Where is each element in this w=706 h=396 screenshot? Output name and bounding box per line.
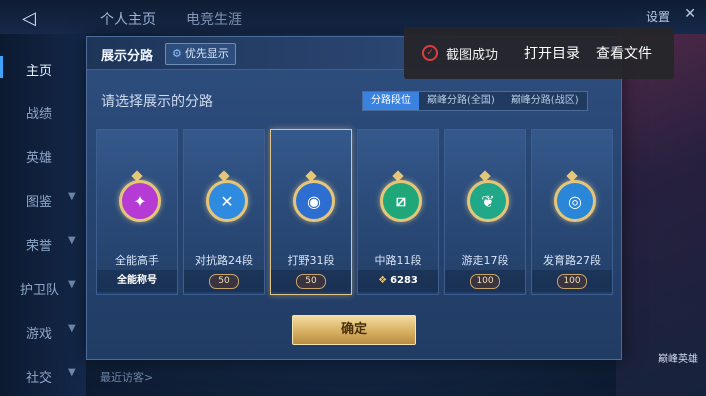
chevron-down-icon: ▼ bbox=[68, 323, 76, 334]
lane-type-tabs: 分路段位 巅峰分路(全国) 巅峰分路(战区) bbox=[362, 91, 588, 111]
clash-lane-emblem-icon: ✕ bbox=[206, 180, 248, 222]
jungle-emblem-icon: ◉ bbox=[293, 180, 335, 222]
sidebar-item-label: 荣誉 bbox=[26, 239, 53, 254]
peak-hero-badge[interactable]: 巅峰英雄 bbox=[658, 350, 698, 365]
sidebar-item-label: 游戏 bbox=[26, 327, 53, 342]
allround-emblem-icon: ✦ bbox=[119, 180, 161, 222]
lane-card-footer: 50 bbox=[271, 270, 351, 292]
gear-icon: ⚙ bbox=[172, 47, 182, 60]
rank-star-badge: 100 bbox=[557, 274, 587, 289]
lane-card-farm[interactable]: ◎ 发育路27段 100 bbox=[531, 129, 613, 295]
chevron-down-icon: ▼ bbox=[68, 279, 76, 290]
rank-star-badge: 50 bbox=[296, 274, 326, 289]
rank-star-badge: 100 bbox=[470, 274, 500, 289]
check-icon: ✓ bbox=[422, 45, 438, 61]
lane-card-name: 发育路27段 bbox=[543, 254, 601, 267]
sidebar-item-label: 主页 bbox=[26, 64, 53, 79]
priority-display-label: 优先显示 bbox=[184, 47, 229, 60]
lane-card-footer: ❖ 6283 bbox=[358, 270, 438, 292]
dialog-title: 展示分路 bbox=[101, 49, 154, 64]
confirm-button[interactable]: 确定 bbox=[292, 315, 416, 345]
open-directory-button[interactable]: 打开目录 bbox=[524, 43, 580, 63]
rank-star-badge: 50 bbox=[209, 274, 239, 289]
chevron-down-icon: ▼ bbox=[68, 367, 76, 378]
lane-card-name: 全能高手 bbox=[115, 254, 159, 267]
sidebar-item-label: 战绩 bbox=[26, 107, 53, 122]
lane-card-name: 对抗路24段 bbox=[195, 254, 253, 267]
tab-lane-rank[interactable]: 分路段位 bbox=[363, 92, 419, 110]
tab-peak-region[interactable]: 巅峰分路(战区) bbox=[502, 92, 587, 110]
lane-card-name: 打野31段 bbox=[287, 254, 335, 267]
hero-artwork bbox=[616, 34, 706, 396]
view-file-button[interactable]: 查看文件 bbox=[596, 43, 652, 63]
lane-card-roam[interactable]: ❦ 游走17段 100 bbox=[444, 129, 526, 295]
lane-card-mid[interactable]: ⧄ 中路11段 ❖ 6283 bbox=[357, 129, 439, 295]
farm-lane-emblem-icon: ◎ bbox=[554, 180, 596, 222]
sidebar-item-label: 护卫队 bbox=[20, 283, 60, 298]
sidebar-item-label: 图鉴 bbox=[26, 195, 53, 210]
sidebar-item-label: 社交 bbox=[26, 371, 53, 386]
lane-card-footer: 100 bbox=[445, 270, 525, 292]
settings-button[interactable]: 设置 bbox=[646, 8, 670, 25]
tab-esports[interactable]: 电竞生涯 bbox=[186, 9, 242, 29]
back-logo-icon[interactable]: ◁ bbox=[22, 8, 56, 29]
lane-card-clash[interactable]: ✕ 对抗路24段 50 bbox=[183, 129, 265, 295]
lane-card-footer: 100 bbox=[532, 270, 612, 292]
screenshot-toast: ✓ 截图成功 打开目录 查看文件 bbox=[404, 27, 674, 79]
close-icon[interactable]: ✕ bbox=[684, 6, 696, 22]
mid-lane-emblem-icon: ⧄ bbox=[380, 180, 422, 222]
lane-card-allround[interactable]: ✦ 全能高手 全能称号 bbox=[96, 129, 178, 295]
tab-peak-national[interactable]: 巅峰分路(全国) bbox=[419, 92, 503, 110]
sidebar-item-label: 英雄 bbox=[26, 151, 53, 166]
chevron-down-icon: ▼ bbox=[68, 191, 76, 202]
dialog-subtitle: 请选择展示的分路 bbox=[101, 94, 213, 110]
tab-profile[interactable]: 个人主页 bbox=[100, 9, 156, 29]
peak-points-icon: ❖ bbox=[378, 275, 388, 286]
sidebar: 主页 战绩 英雄 图鉴 ▼ 荣誉 ▼ 护卫队 ▼ 游戏 ▼ 社交 ▼ bbox=[0, 34, 86, 396]
lane-card-name: 中路11段 bbox=[374, 254, 422, 267]
lane-card-jungle[interactable]: ◉ 打野31段 50 bbox=[270, 129, 352, 295]
lane-card-name: 游走17段 bbox=[461, 254, 509, 267]
recent-visitors-link[interactable]: 最近访客> bbox=[100, 369, 153, 385]
roam-emblem-icon: ❦ bbox=[467, 180, 509, 222]
active-indicator bbox=[0, 56, 3, 78]
peak-points-value: 6283 bbox=[390, 275, 418, 286]
chevron-down-icon: ▼ bbox=[68, 235, 76, 246]
lane-card-footer: 全能称号 bbox=[97, 270, 177, 292]
priority-display-button[interactable]: ⚙ 优先显示 bbox=[165, 43, 236, 65]
lane-card-footer: 50 bbox=[184, 270, 264, 292]
toast-message: 截图成功 bbox=[446, 48, 499, 63]
lane-display-dialog: 展示分路 ⚙ 优先显示 请选择展示的分路 分路段位 巅峰分路(全国) 巅峰分路(战… bbox=[86, 36, 622, 360]
